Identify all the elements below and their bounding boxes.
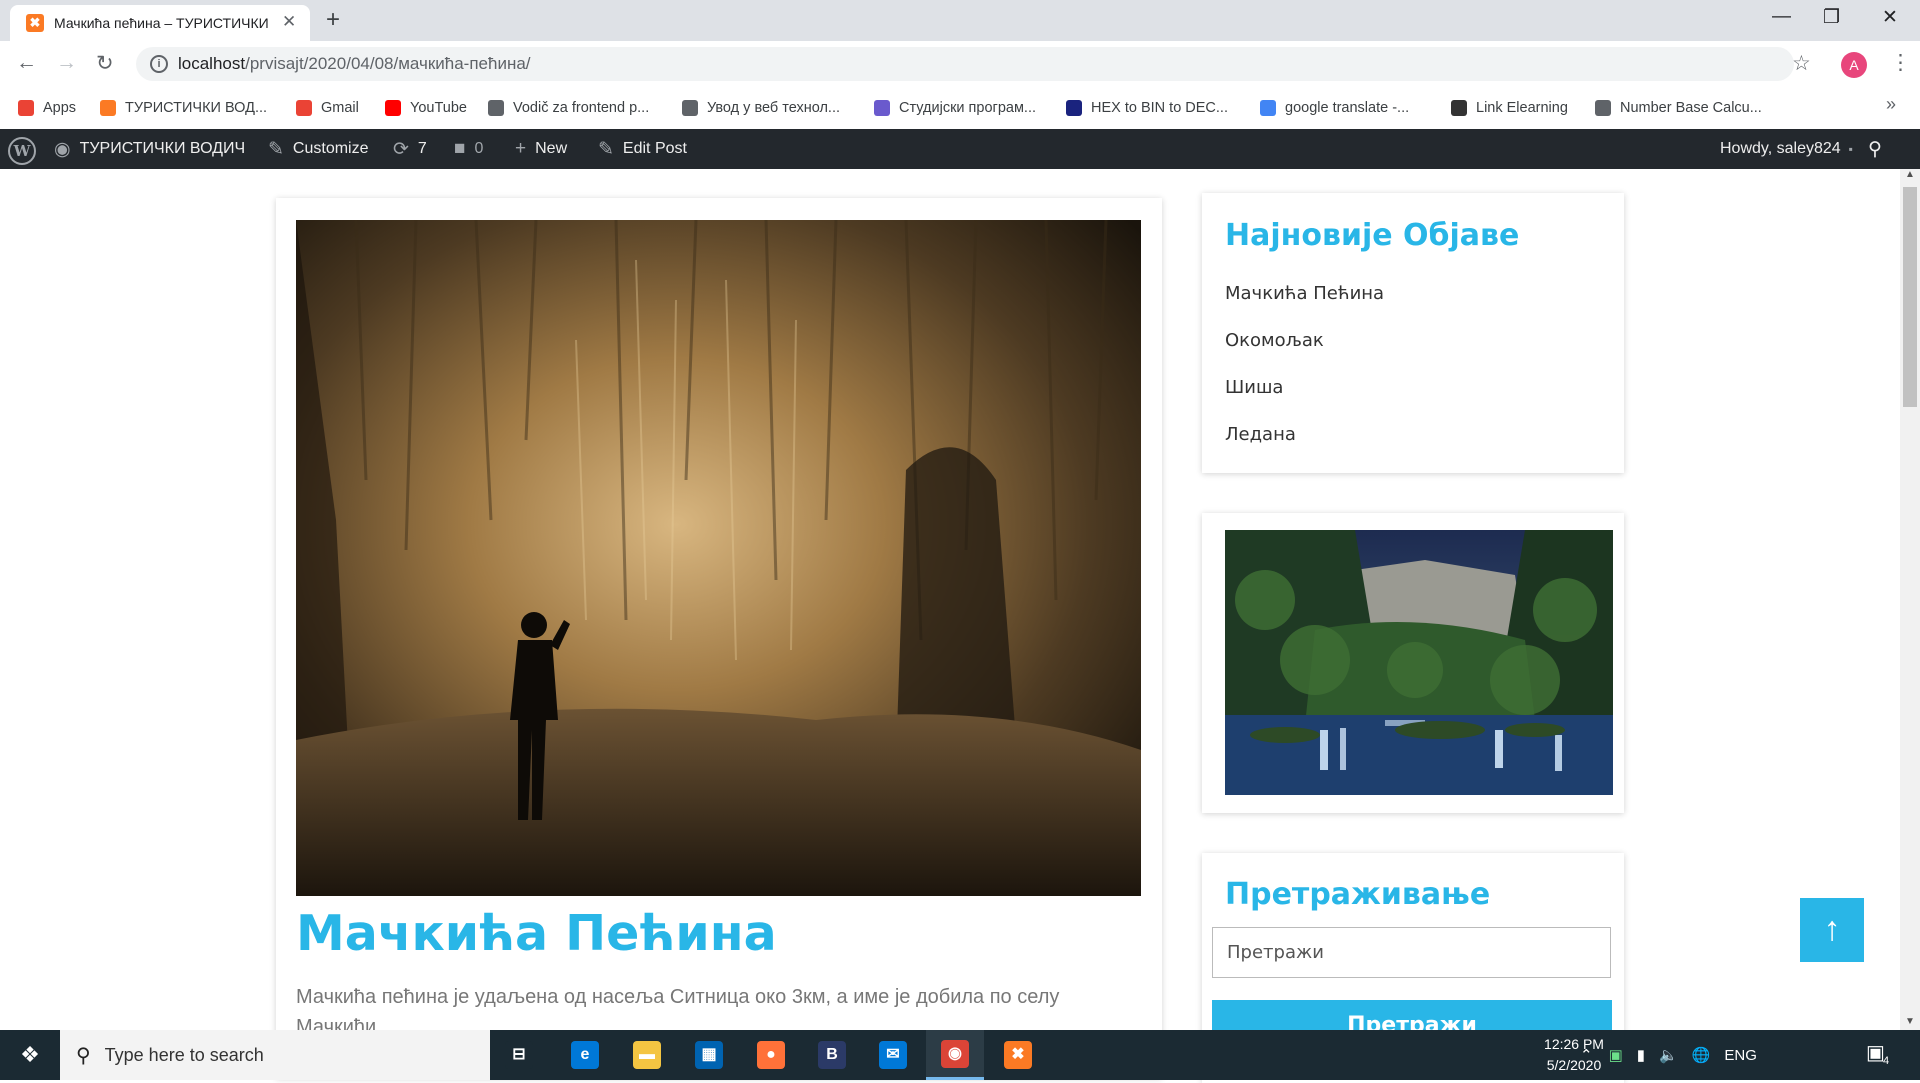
task-view-icon: ⊟ (505, 1041, 533, 1069)
store-taskbar-button[interactable]: ▦ (680, 1030, 738, 1080)
file-explorer-taskbar-button[interactable]: ▬ (618, 1030, 676, 1080)
bookmark-star-icon[interactable]: ☆ (1792, 51, 1811, 76)
menu-dots-icon[interactable]: ⋮ (1890, 50, 1911, 75)
edge-icon: e (571, 1041, 599, 1069)
mail-icon: ✉ (879, 1041, 907, 1069)
bootstrap-studio-taskbar-button[interactable]: B (803, 1030, 861, 1080)
wordpress-logo-icon[interactable]: W (8, 137, 36, 165)
admin-bar-updates[interactable]: ⟳ 7 (393, 129, 427, 169)
admin-bar-account[interactable]: Howdy, saley824 ▪ (1720, 129, 1853, 169)
user-avatar-icon: ▪ (1848, 142, 1853, 156)
bookmark-item[interactable]: Увод у веб технол... (682, 96, 840, 120)
xampp-icon: ✖ (1004, 1041, 1032, 1069)
bookmark-item[interactable]: Apps (18, 96, 76, 120)
pencil-icon: ✎ (598, 138, 614, 160)
admin-bar-customize[interactable]: ✎ Customize (268, 129, 369, 169)
gmail-icon (296, 100, 312, 116)
network-globe-icon[interactable]: 🌐 (1692, 1046, 1711, 1064)
notification-count: 4 (1883, 1055, 1890, 1067)
google-icon (1260, 100, 1276, 116)
recent-post-link[interactable]: Ледана (1225, 424, 1296, 445)
back-arrow-icon[interactable]: ← (16, 51, 37, 75)
bootstrap-studio-icon: B (818, 1041, 846, 1069)
minimize-icon[interactable]: — (1772, 6, 1791, 28)
recent-post-link[interactable]: Мачкића Пећина (1225, 283, 1384, 304)
youtube-icon (385, 100, 401, 116)
profile-avatar[interactable]: A (1841, 52, 1867, 78)
cave-featured-image[interactable] (296, 220, 1141, 896)
restore-icon[interactable]: ❐ (1823, 6, 1840, 29)
recent-post-link[interactable]: Окомољак (1225, 330, 1324, 351)
scrollbar-thumb[interactable] (1903, 187, 1917, 407)
file-explorer-icon: ▬ (633, 1041, 661, 1069)
url-text[interactable]: localhost/prvisajt/2020/04/08/мачкића-пе… (178, 54, 531, 74)
back-to-top-button[interactable]: ↑ (1800, 898, 1864, 962)
bookmark-item[interactable]: HEX to BIN to DEC... (1066, 96, 1228, 120)
dashboard-icon: ◉ (54, 138, 71, 160)
taskbar-clock[interactable]: 12:26 PM 5/2/2020 (1530, 1034, 1618, 1076)
admin-bar-comments[interactable]: ■ 0 (454, 129, 483, 169)
close-tab-icon[interactable]: ✕ (282, 12, 296, 32)
apps-grid-icon (18, 100, 34, 116)
firefox-taskbar-button[interactable]: ● (742, 1030, 800, 1080)
globe-icon (682, 100, 698, 116)
comment-icon: ■ (454, 138, 466, 159)
info-icon[interactable]: i (150, 55, 168, 73)
forward-arrow-icon[interactable]: → (56, 51, 77, 75)
scroll-up-arrow-icon[interactable]: ▲ (1905, 169, 1915, 180)
firefox-icon: ● (757, 1041, 785, 1069)
post-title[interactable]: Мачкића Пећина (296, 905, 777, 962)
xampp-icon: ✖ (26, 14, 44, 32)
admin-bar-edit-post[interactable]: ✎ Edit Post (598, 129, 687, 169)
admin-bar-search-icon[interactable]: ⚲ (1868, 129, 1891, 169)
volume-icon[interactable]: 🔈 (1659, 1046, 1678, 1064)
scroll-down-arrow-icon[interactable]: ▼ (1905, 1016, 1915, 1027)
new-tab-button[interactable]: + (326, 6, 340, 34)
store-icon: ▦ (695, 1041, 723, 1069)
plus-icon: + (515, 138, 527, 159)
edge-taskbar-button[interactable]: e (556, 1030, 614, 1080)
mail-taskbar-button[interactable]: ✉ (864, 1030, 922, 1080)
taskbar-search-box[interactable]: ⚲ Type here to search (60, 1030, 490, 1080)
brush-icon: ✎ (268, 138, 284, 160)
reload-icon[interactable]: ↻ (96, 51, 114, 76)
bookmark-item[interactable]: Студијски програм... (874, 96, 1036, 120)
bookmark-item[interactable]: YouTube (385, 96, 467, 120)
search-icon: ⚲ (76, 1044, 91, 1067)
bookmarks-overflow-icon[interactable]: » (1886, 94, 1896, 115)
waterfall-image[interactable] (1225, 530, 1613, 795)
mortarboard-icon (1451, 100, 1467, 116)
bookmark-item[interactable]: google translate -... (1260, 96, 1409, 120)
globe-icon (488, 100, 504, 116)
chrome-icon: ◉ (941, 1039, 969, 1068)
globe-icon (1595, 100, 1611, 116)
xampp-icon (100, 100, 116, 116)
recent-posts-title: Најновије Објаве (1225, 218, 1520, 253)
windows-start-icon[interactable]: ❖ (0, 1030, 60, 1080)
admin-bar-new[interactable]: + New (515, 129, 567, 169)
recent-post-link[interactable]: Шиша (1225, 377, 1283, 398)
updates-icon: ⟳ (393, 138, 409, 160)
search-input[interactable]: Претражи (1212, 927, 1611, 978)
bookmark-item[interactable]: Link Elearning (1451, 96, 1568, 120)
close-window-icon[interactable]: ✕ (1882, 6, 1898, 29)
bookmark-item[interactable]: Vodič za frontend p... (488, 96, 649, 120)
task-view-taskbar-button[interactable]: ⊟ (490, 1030, 548, 1080)
language-indicator[interactable]: ENG (1724, 1047, 1757, 1064)
tab-title: Мачкића пећина – ТУРИСТИЧКИ (54, 15, 269, 31)
bookmark-item[interactable]: Gmail (296, 96, 359, 120)
seal-icon (874, 100, 890, 116)
xampp-taskbar-button[interactable]: ✖ (989, 1030, 1047, 1080)
search-title: Претраживање (1225, 877, 1491, 912)
bookmark-item[interactable]: Number Base Calcu... (1595, 96, 1762, 120)
battery-icon[interactable]: ▮ (1637, 1046, 1645, 1064)
admin-bar-site-name[interactable]: ◉ ТУРИСТИЧКИ ВОДИЧ (54, 129, 245, 169)
shield-icon (1066, 100, 1082, 116)
chrome-taskbar-button[interactable]: ◉ (926, 1030, 984, 1080)
browser-tab[interactable]: ✖ Мачкића пећина – ТУРИСТИЧКИ ✕ (10, 5, 310, 41)
bookmark-item[interactable]: ТУРИСТИЧКИ ВОД... (100, 96, 267, 120)
